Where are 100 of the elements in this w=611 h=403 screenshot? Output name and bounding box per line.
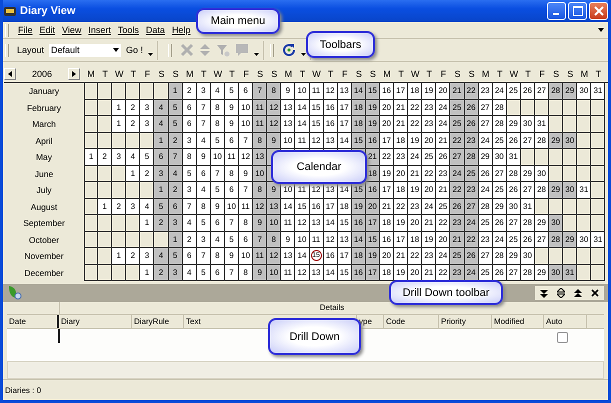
calendar-day[interactable]: 11 [253,100,268,116]
menu-item[interactable]: Data [144,25,166,35]
calendar-day[interactable]: 23 [422,116,436,132]
menu-item[interactable]: Tools [116,25,140,35]
calendar-day[interactable]: 3 [140,248,154,264]
calendar-day[interactable]: 4 [182,215,197,232]
calendar-day[interactable]: 22 [394,198,408,215]
calendar-day[interactable]: 28 [492,248,507,264]
calendar-day[interactable]: 30 [563,182,578,198]
calendar-day[interactable]: 21 [366,149,380,166]
calendar-day[interactable]: 2 [182,83,197,100]
calendar-day[interactable]: 10 [239,248,254,264]
calendar-day[interactable]: 23 [422,248,436,264]
calendar-day[interactable]: 10 [267,215,282,232]
calendar-day[interactable]: 5 [224,83,240,100]
calendar-day[interactable]: 28 [520,215,535,232]
calendar-day[interactable]: 9 [224,248,240,264]
calendar-day[interactable]: 12 [253,198,268,215]
calendar-day[interactable]: 11 [253,116,268,132]
calendar-day[interactable]: 22 [422,166,436,182]
column-header[interactable]: Date [7,315,59,328]
calendar-day[interactable]: 29 [549,132,564,149]
calendar-day[interactable]: 6 [239,232,254,248]
calendar-day[interactable]: 21 [450,83,465,100]
calendar-day[interactable]: 2 [168,182,183,198]
calendar-day[interactable]: 26 [492,215,507,232]
calendar-day[interactable]: 10 [295,83,310,100]
calendar-day[interactable]: 8 [239,215,254,232]
calendar-day[interactable]: 21 [408,166,422,182]
calendar-day[interactable]: 31 [563,264,578,281]
calendar-day[interactable]: 20 [422,132,436,149]
calendar-day[interactable]: 20 [436,232,450,248]
calendar-day[interactable]: 1 [112,100,126,116]
calendar-day[interactable]: 1 [154,182,169,198]
column-header[interactable]: Code [384,315,439,328]
calendar-day[interactable]: 22 [408,248,422,264]
calendar-day[interactable]: 4 [126,149,140,166]
calendar-day[interactable]: 3 [168,215,183,232]
calendar-day[interactable]: 25 [422,149,436,166]
calendar-day[interactable]: 2 [126,248,140,264]
calendar-day[interactable]: 7 [196,116,211,132]
calendar-day[interactable]: 26 [450,198,465,215]
calendar-day[interactable]: 28 [492,116,507,132]
calendar-day[interactable]: 25 [506,83,521,100]
menu-item[interactable]: Help [170,25,192,35]
calendar-day[interactable]: 29 [506,248,521,264]
calendar-day[interactable]: 21 [422,215,436,232]
calendar-day[interactable]: 17 [394,83,408,100]
calendar-day[interactable]: 8 [210,248,225,264]
calendar-day[interactable]: 26 [520,83,535,100]
calendar-day[interactable]: 26 [506,182,521,198]
calendar-day[interactable]: 20 [380,116,394,132]
column-header[interactable]: DiaryRule [132,315,184,328]
calendar-day[interactable]: 8 [267,83,282,100]
calendar-day[interactable]: 12 [295,215,310,232]
calendar-day[interactable]: 23 [436,166,450,182]
calendar-day[interactable]: 8 [253,132,268,149]
calendar-day[interactable]: 16 [366,182,380,198]
calendar-day[interactable]: 25 [436,198,450,215]
calendar-day[interactable]: 6 [182,248,197,264]
calendar-day[interactable]: 19 [408,182,422,198]
calendar-day[interactable]: 10 [281,132,296,149]
calendar-day[interactable]: 26 [464,116,479,132]
calendar-day[interactable]: 7 [224,215,240,232]
calendar-day[interactable]: 15 [338,215,352,232]
calendar-day[interactable]: 18 [352,116,366,132]
calendar-day[interactable]: 7 [239,182,254,198]
calendar-day[interactable]: 1 [154,132,169,149]
calendar-day[interactable]: 3 [112,149,126,166]
calendar-day[interactable]: 5 [210,182,225,198]
calendar-day[interactable]: 24 [478,182,493,198]
calendar-day[interactable]: 7 [253,232,268,248]
calendar-day[interactable]: 2 [154,264,169,281]
calendar-day[interactable]: 27 [478,248,493,264]
column-header[interactable]: Priority [439,315,492,328]
calendar-day[interactable]: 22 [436,215,450,232]
calendar-day[interactable]: 10 [210,149,225,166]
calendar-day[interactable]: 7 [239,132,254,149]
calendar-day[interactable]: 12 [267,248,282,264]
calendar-day[interactable]: 7 [196,248,211,264]
calendar-day[interactable]: 23 [450,215,465,232]
calendar-day[interactable]: 28 [535,132,550,149]
calendar-day[interactable]: 13 [281,100,296,116]
calendar-day[interactable]: 19 [366,248,380,264]
calendar-day[interactable]: 11 [310,83,324,100]
calendar-day[interactable]: 24 [436,248,450,264]
calendar-day[interactable]: 6 [224,182,240,198]
calendar-day[interactable]: 10 [253,166,268,182]
calendar-day[interactable]: 21 [394,100,408,116]
calendar-day[interactable]: 11 [295,132,310,149]
calendar-day[interactable]: 19 [408,132,422,149]
calendar-day[interactable]: 10 [295,232,310,248]
calendar-day[interactable]: 5 [140,149,154,166]
column-header[interactable]: Diary [59,315,132,328]
calendar-day[interactable]: 21 [436,182,450,198]
calendar-day[interactable]: 22 [450,182,465,198]
calendar-day[interactable]: 2 [140,166,154,182]
calendar-day[interactable]: 27 [478,116,493,132]
calendar-day[interactable]: 24 [464,215,479,232]
calendar-day[interactable]: 29 [563,83,578,100]
